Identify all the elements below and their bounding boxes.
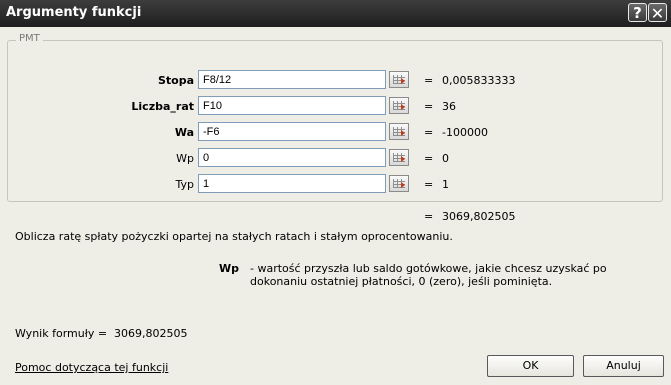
function-arguments-dialog: Argumenty funkcji ? ✕ PMT Stopa = 0,0058… <box>0 0 671 385</box>
arg-row-typ: Typ = 1 <box>0 174 671 195</box>
arg-label-typ: Typ <box>175 178 195 191</box>
arg-row-liczba-rat: Liczba_rat = 36 <box>0 96 671 117</box>
formula-result-label: Wynik formuły = <box>15 327 108 340</box>
arg-input-wp[interactable] <box>198 148 386 167</box>
help-button[interactable]: ? <box>628 3 647 22</box>
function-description: Oblicza ratę spłaty pożyczki opartej na … <box>15 230 453 243</box>
equals-sign: = <box>424 100 434 113</box>
collapse-dialog-icon[interactable] <box>389 71 409 88</box>
equals-sign: = <box>424 152 434 165</box>
arg-label-wp: Wp <box>176 152 194 165</box>
arg-result-stopa: 0,005833333 <box>442 74 516 87</box>
equals-sign: = <box>424 126 434 139</box>
total-result: 3069,802505 <box>442 210 516 223</box>
arg-result-liczba-rat: 36 <box>442 100 456 113</box>
formula-result-value: 3069,802505 <box>114 327 188 340</box>
equals-sign: = <box>424 178 434 191</box>
collapse-dialog-icon[interactable] <box>389 123 409 140</box>
close-button[interactable]: ✕ <box>648 3 667 23</box>
collapse-dialog-icon[interactable] <box>389 149 409 166</box>
arg-label-stopa: Stopa <box>157 74 194 87</box>
total-equals-sign: = <box>424 210 434 223</box>
equals-sign: = <box>424 74 434 87</box>
arg-row-stopa: Stopa = 0,005833333 <box>0 70 671 91</box>
arg-result-typ: 1 <box>442 178 449 191</box>
collapse-dialog-icon[interactable] <box>389 175 409 192</box>
param-help-name: Wp <box>219 262 240 275</box>
arg-result-wa: -100000 <box>442 126 488 139</box>
ok-button[interactable]: OK <box>487 355 574 377</box>
arg-input-wa[interactable] <box>198 122 386 141</box>
arg-result-wp: 0 <box>442 152 449 165</box>
param-help-text: - wartość przyszła lub saldo gotówkowe, … <box>250 262 607 288</box>
title-bar[interactable]: Argumenty funkcji ? ✕ <box>0 0 671 27</box>
help-link[interactable]: Pomoc dotycząca tej funkcji <box>15 361 168 374</box>
function-name-label: PMT <box>16 33 43 44</box>
arg-label-wa: Wa <box>174 126 194 139</box>
arg-input-typ[interactable] <box>198 174 386 193</box>
arg-label-liczba-rat: Liczba_rat <box>131 100 194 113</box>
arg-input-liczba-rat[interactable] <box>198 96 386 115</box>
arg-row-wp: Wp = 0 <box>0 148 671 169</box>
arg-input-stopa[interactable] <box>198 70 386 89</box>
collapse-dialog-icon[interactable] <box>389 97 409 114</box>
cancel-button[interactable]: Anuluj <box>583 355 664 377</box>
dialog-title: Argumenty funkcji <box>6 5 142 20</box>
arg-row-wa: Wa = -100000 <box>0 122 671 143</box>
